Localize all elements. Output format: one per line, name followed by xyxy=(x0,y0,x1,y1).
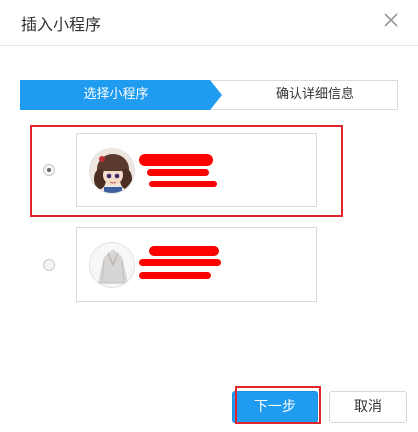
anime-girl-avatar-icon xyxy=(89,148,135,194)
option-1-card[interactable] xyxy=(76,133,317,207)
redacted-description xyxy=(139,259,221,266)
step-confirm-details: 确认详细信息 xyxy=(275,87,354,102)
option-1-radio[interactable] xyxy=(43,164,55,176)
redacted-description-2 xyxy=(139,272,211,279)
redacted-name xyxy=(149,246,219,256)
insert-mini-program-dialog: 插入小程序 选择小程序 确认详细信息 下一步 取消 xyxy=(0,0,418,432)
grey-cloak-avatar-icon xyxy=(89,242,135,288)
redacted-description-2 xyxy=(149,181,217,187)
redacted-name xyxy=(139,154,213,166)
dialog-title: 插入小程序 xyxy=(21,15,102,34)
option-2-card[interactable] xyxy=(76,227,317,302)
redacted-description xyxy=(147,169,209,176)
close-icon xyxy=(384,13,398,27)
next-step-button[interactable]: 下一步 xyxy=(232,391,318,423)
option-2-radio[interactable] xyxy=(43,259,55,271)
dialog-header: 插入小程序 xyxy=(0,0,418,46)
cancel-button[interactable]: 取消 xyxy=(329,391,407,423)
step-indicator: 选择小程序 确认详细信息 xyxy=(20,80,398,110)
close-button[interactable] xyxy=(381,10,401,30)
step-select-mini-program: 选择小程序 xyxy=(83,87,149,102)
